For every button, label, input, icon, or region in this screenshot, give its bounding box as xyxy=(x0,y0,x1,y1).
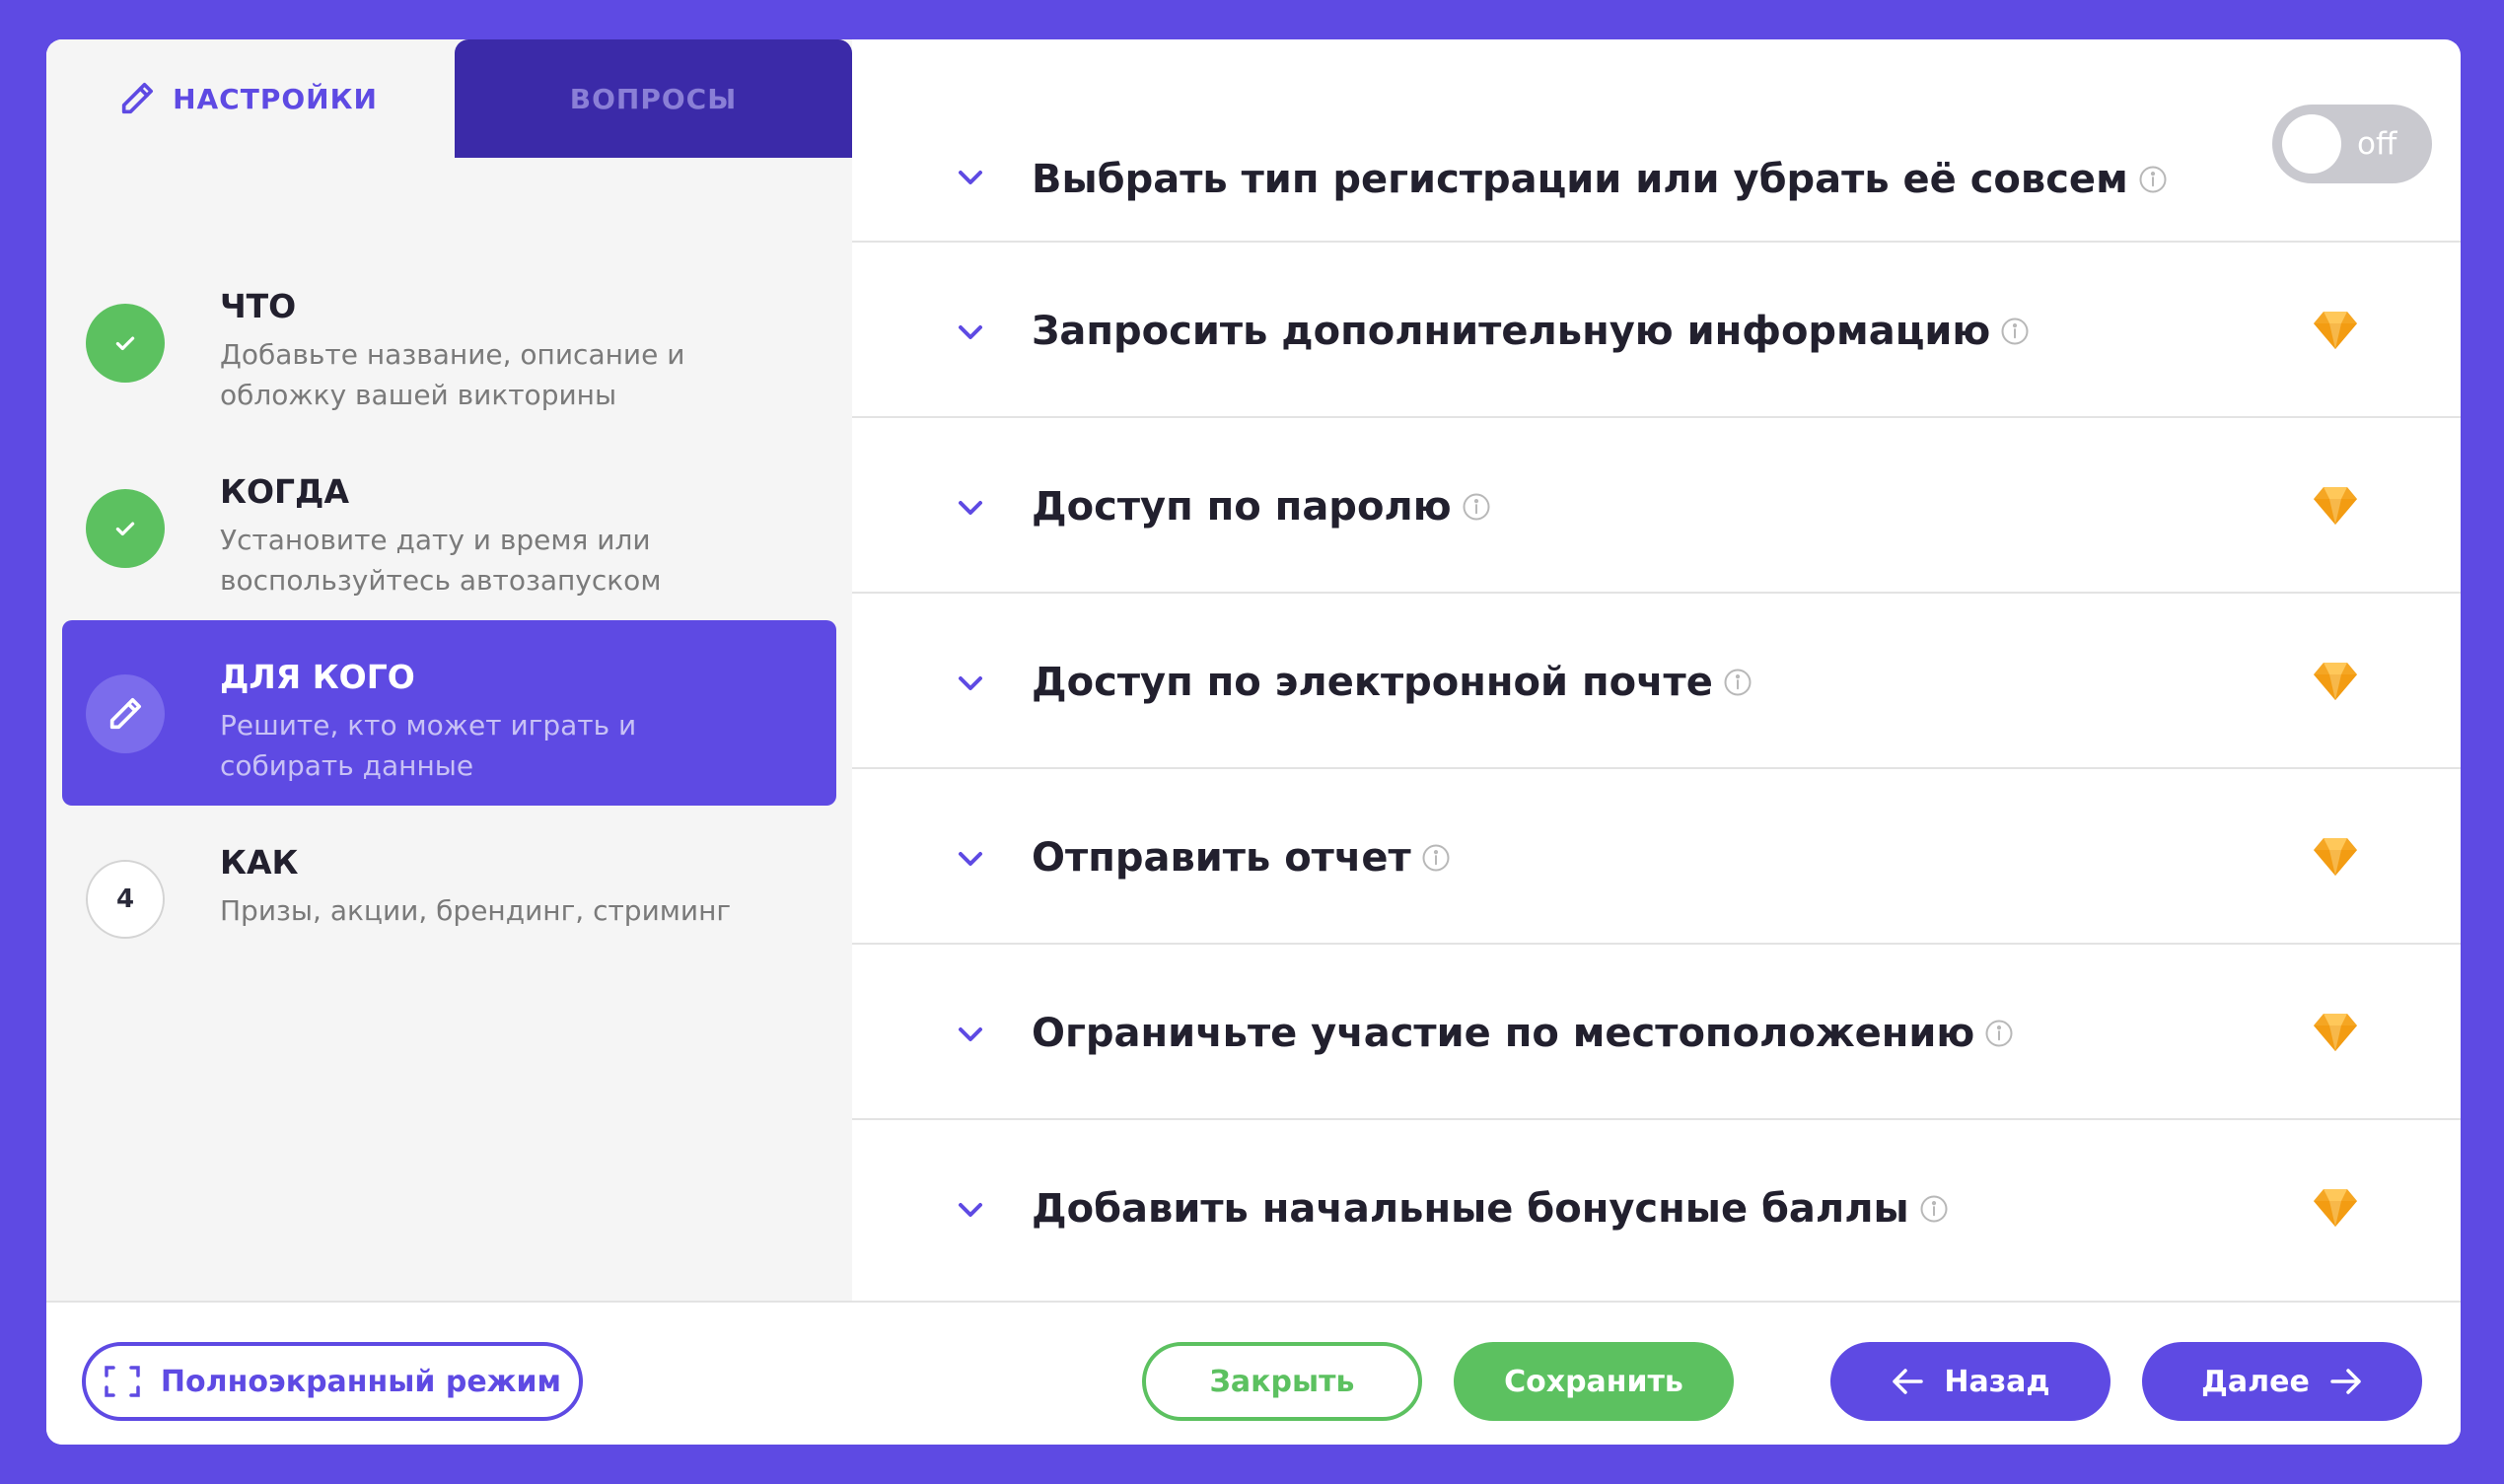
info-icon[interactable] xyxy=(2138,165,2168,194)
fullscreen-button[interactable]: Полноэкранный режим xyxy=(82,1342,583,1421)
setting-row-email[interactable]: Доступ по электронной почте xyxy=(852,594,2461,769)
step-description: Установите дату и время или воспользуйте… xyxy=(220,524,662,597)
setting-label: Запросить дополнительную информацию xyxy=(1032,309,1991,354)
save-button[interactable]: Сохранить xyxy=(1454,1342,1734,1421)
chevron-down-icon[interactable] xyxy=(953,320,988,344)
info-icon[interactable] xyxy=(2000,317,2030,346)
step-description: Добавьте название, описание и обложку ва… xyxy=(220,338,685,411)
info-icon[interactable] xyxy=(1723,668,1753,697)
footer-bar: Полноэкранный режим Закрыть Сохранить На… xyxy=(46,1301,2461,1445)
setting-label: Выбрать тип регистрации или убрать её со… xyxy=(1032,157,2128,202)
toggle-state-text: off xyxy=(2357,126,2397,162)
premium-gem-icon xyxy=(2314,1189,2357,1227)
steps-list: ЧТО Добавьте название, описание и обложк… xyxy=(62,249,836,991)
check-icon xyxy=(115,336,135,351)
premium-gem-icon xyxy=(2314,838,2357,876)
close-button[interactable]: Закрыть xyxy=(1142,1342,1422,1421)
chevron-down-icon[interactable] xyxy=(953,847,988,871)
step-status-done xyxy=(86,304,165,383)
step-for-whom[interactable]: ДЛЯ КОГО Решите, кто может играть и соби… xyxy=(62,620,836,806)
step-description: Решите, кто может играть и собирать данн… xyxy=(220,709,637,782)
registration-toggle[interactable]: off xyxy=(2272,105,2432,183)
info-icon[interactable] xyxy=(1984,1019,2014,1048)
premium-gem-icon xyxy=(2314,1014,2357,1051)
step-number: 4 xyxy=(86,860,165,939)
setting-row-bonus-points[interactable]: Добавить начальные бонусные баллы xyxy=(852,1120,2461,1296)
setting-row-label-group: Отправить отчет xyxy=(1032,835,1451,881)
setting-row-label-group: Запросить дополнительную информацию xyxy=(1032,309,2030,354)
step-title: ДЛЯ КОГО xyxy=(220,658,415,696)
arrow-left-icon xyxy=(1893,1369,1924,1394)
setting-label: Ограничьте участие по местоположению xyxy=(1032,1011,1975,1056)
info-icon[interactable] xyxy=(1919,1194,1949,1224)
chevron-down-icon[interactable] xyxy=(953,1023,988,1046)
setting-label: Доступ по паролю xyxy=(1032,484,1452,530)
step-status-done xyxy=(86,489,165,568)
setting-row-label-group: Выбрать тип регистрации или убрать её со… xyxy=(1032,157,2168,202)
step-title: КОГДА xyxy=(220,472,349,511)
save-button-label: Сохранить xyxy=(1504,1364,1683,1399)
pencil-icon xyxy=(109,698,142,730)
setting-row-extra-info[interactable]: Запросить дополнительную информацию xyxy=(852,243,2461,418)
setting-label: Отправить отчет xyxy=(1032,835,1411,881)
fullscreen-icon xyxy=(105,1366,140,1397)
tab-settings-label: НАСТРОЙКИ xyxy=(173,82,378,115)
premium-gem-icon xyxy=(2314,312,2357,349)
premium-gem-icon xyxy=(2314,663,2357,700)
tab-questions-label: ВОПРОСЫ xyxy=(569,82,738,115)
tab-settings[interactable]: НАСТРОЙКИ xyxy=(46,39,449,158)
chevron-down-icon[interactable] xyxy=(953,1198,988,1222)
step-how[interactable]: 4 КАК Призы, акции, брендинг, стриминг xyxy=(62,806,836,991)
toggle-knob xyxy=(2282,114,2341,174)
check-icon xyxy=(115,522,135,536)
setting-row-label-group: Доступ по электронной почте xyxy=(1032,660,1753,705)
setting-row-registration[interactable]: Выбрать тип регистрации или убрать её со… xyxy=(852,39,2461,243)
step-when[interactable]: КОГДА Установите дату и время или воспол… xyxy=(62,435,836,620)
setting-row-report[interactable]: Отправить отчет xyxy=(852,769,2461,945)
settings-list: Выбрать тип регистрации или убрать её со… xyxy=(852,39,2461,1301)
arrow-right-icon xyxy=(2330,1369,2361,1394)
setting-label: Добавить начальные бонусные баллы xyxy=(1032,1186,1909,1232)
settings-card: НАСТРОЙКИ ВОПРОСЫ ЧТО Добавьте название,… xyxy=(46,39,2461,1445)
back-button-label: Назад xyxy=(1944,1364,2050,1399)
step-status-current xyxy=(86,674,165,753)
info-icon[interactable] xyxy=(1462,492,1491,522)
close-button-label: Закрыть xyxy=(1209,1364,1355,1399)
setting-row-label-group: Ограничьте участие по местоположению xyxy=(1032,1011,2014,1056)
info-icon[interactable] xyxy=(1421,843,1451,873)
setting-row-label-group: Добавить начальные бонусные баллы xyxy=(1032,1186,1949,1232)
setting-row-location[interactable]: Ограничьте участие по местоположению xyxy=(852,945,2461,1120)
step-title: ЧТО xyxy=(220,287,297,325)
next-button[interactable]: Далее xyxy=(2142,1342,2422,1421)
chevron-down-icon[interactable] xyxy=(953,671,988,695)
setting-row-password[interactable]: Доступ по паролю xyxy=(852,418,2461,594)
tab-questions[interactable]: ВОПРОСЫ xyxy=(455,39,852,158)
premium-gem-icon xyxy=(2314,487,2357,525)
setting-row-label-group: Доступ по паролю xyxy=(1032,484,1491,530)
pencil-icon xyxy=(121,83,154,114)
tab-bar: НАСТРОЙКИ ВОПРОСЫ xyxy=(46,39,852,158)
setting-label: Доступ по электронной почте xyxy=(1032,660,1713,705)
back-button[interactable]: Назад xyxy=(1830,1342,2111,1421)
chevron-down-icon[interactable] xyxy=(953,166,988,189)
chevron-down-icon[interactable] xyxy=(953,496,988,520)
fullscreen-button-label: Полноэкранный режим xyxy=(160,1364,562,1399)
next-button-label: Далее xyxy=(2201,1364,2310,1399)
step-title: КАК xyxy=(220,843,299,882)
steps-panel: НАСТРОЙКИ ВОПРОСЫ ЧТО Добавьте название,… xyxy=(46,39,852,1301)
step-what[interactable]: ЧТО Добавьте название, описание и обложк… xyxy=(62,249,836,435)
step-description: Призы, акции, брендинг, стриминг xyxy=(220,894,732,927)
